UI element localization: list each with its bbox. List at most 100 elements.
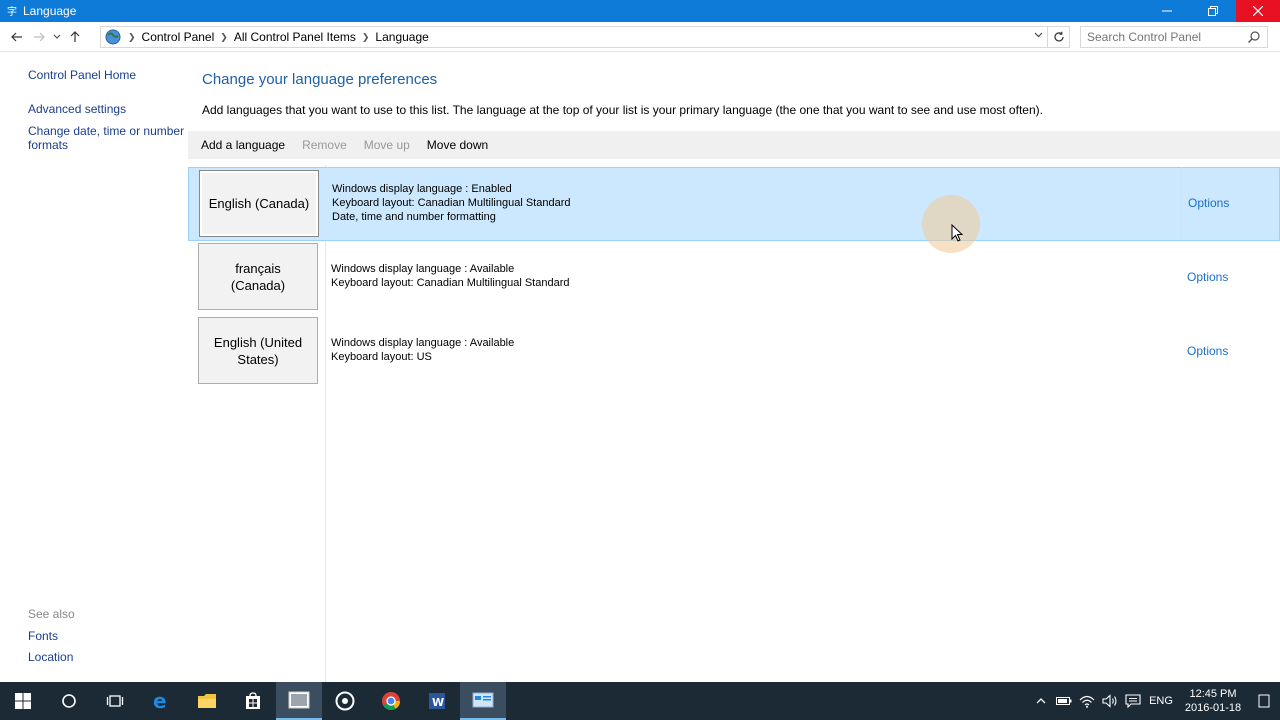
network-button[interactable] bbox=[1075, 682, 1098, 720]
svg-text:W: W bbox=[432, 696, 444, 709]
battery-button[interactable] bbox=[1052, 682, 1075, 720]
system-tray: ENG 12:45 PM 2016-01-18 bbox=[1029, 682, 1280, 720]
language-tile[interactable]: English (United States) bbox=[198, 317, 318, 384]
recent-locations-button[interactable] bbox=[50, 26, 64, 48]
chevron-up-icon bbox=[1036, 698, 1045, 704]
title-bar: 字 Language bbox=[0, 0, 1280, 22]
task-view-button[interactable] bbox=[92, 682, 138, 720]
language-list: English (Canada) Windows display languag… bbox=[188, 165, 1280, 682]
input-language-indicator[interactable]: ENG bbox=[1144, 682, 1178, 720]
breadcrumb-control-panel[interactable]: Control Panel bbox=[142, 30, 215, 44]
breadcrumb-all-items[interactable]: All Control Panel Items bbox=[234, 30, 356, 44]
window-title: Language bbox=[23, 4, 77, 18]
search-icon[interactable] bbox=[1247, 30, 1261, 44]
photos-icon bbox=[288, 691, 310, 709]
close-button[interactable] bbox=[1236, 0, 1280, 22]
action-center-button[interactable] bbox=[1248, 682, 1280, 720]
forward-arrow-icon bbox=[34, 32, 45, 41]
location-link[interactable]: Location bbox=[28, 650, 73, 664]
groove-icon bbox=[335, 691, 355, 711]
messages-button[interactable] bbox=[1121, 682, 1144, 720]
move-down-button[interactable]: Move down bbox=[427, 138, 488, 152]
minimize-icon bbox=[1162, 10, 1172, 12]
word-icon: W bbox=[429, 693, 445, 709]
add-language-button[interactable]: Add a language bbox=[201, 138, 285, 152]
control-panel-button[interactable] bbox=[460, 682, 506, 720]
address-bar: ❯ Control Panel ❯ All Control Panel Item… bbox=[0, 22, 1280, 52]
language-row-francais-canada[interactable]: français (Canada) Windows display langua… bbox=[188, 241, 1280, 315]
file-explorer-icon bbox=[198, 694, 216, 708]
notification-icon bbox=[1258, 694, 1270, 708]
row-divider bbox=[1181, 167, 1182, 239]
refresh-button[interactable] bbox=[1048, 26, 1070, 48]
groove-button[interactable] bbox=[322, 682, 368, 720]
clock[interactable]: 12:45 PM 2016-01-18 bbox=[1178, 687, 1248, 715]
main-content: Change your language preferences Add lan… bbox=[188, 53, 1280, 682]
search-input[interactable] bbox=[1087, 30, 1247, 44]
options-link[interactable]: Options bbox=[1188, 196, 1229, 210]
cortana-icon bbox=[62, 694, 76, 708]
word-button[interactable]: W bbox=[414, 682, 460, 720]
language-details: Windows display language : Available Key… bbox=[331, 262, 570, 290]
close-icon bbox=[1253, 6, 1263, 16]
language-tile[interactable]: français (Canada) bbox=[198, 243, 318, 310]
language-globe-icon bbox=[105, 29, 121, 45]
control-panel-home-link[interactable]: Control Panel Home bbox=[28, 68, 136, 82]
language-row-english-canada[interactable]: English (Canada) Windows display languag… bbox=[188, 167, 1280, 241]
store-button[interactable] bbox=[230, 682, 276, 720]
svg-text:e: e bbox=[153, 691, 167, 711]
change-date-time-link[interactable]: Change date, time or number formats bbox=[28, 124, 184, 152]
back-arrow-icon bbox=[11, 32, 22, 41]
language-row-english-us[interactable]: English (United States) Windows display … bbox=[188, 315, 1280, 389]
photos-button[interactable] bbox=[276, 682, 322, 720]
battery-icon bbox=[1055, 697, 1071, 705]
chevron-down-icon bbox=[1034, 32, 1043, 38]
breadcrumb[interactable]: ❯ Control Panel ❯ All Control Panel Item… bbox=[100, 26, 1048, 48]
minimize-button[interactable] bbox=[1144, 0, 1190, 22]
left-pane: Control Panel Home Advanced settings Cha… bbox=[0, 53, 188, 682]
fonts-link[interactable]: Fonts bbox=[28, 629, 58, 643]
start-button[interactable] bbox=[0, 682, 46, 720]
language-toolbar: Add a language Remove Move up Move down bbox=[188, 131, 1280, 159]
speaker-icon bbox=[1101, 694, 1117, 708]
language-tile[interactable]: English (Canada) bbox=[199, 170, 319, 237]
page-title: Change your language preferences bbox=[202, 71, 438, 88]
formatting-note: Date, time and number formatting bbox=[332, 211, 496, 223]
file-explorer-button[interactable] bbox=[184, 682, 230, 720]
language-details: Windows display language : Enabled Keybo… bbox=[332, 182, 571, 224]
page-description: Add languages that you want to use to th… bbox=[202, 103, 1043, 117]
restore-button[interactable] bbox=[1190, 0, 1236, 22]
language-app-icon[interactable]: 字 bbox=[4, 3, 20, 19]
chrome-button[interactable] bbox=[368, 682, 414, 720]
show-hidden-icons-button[interactable] bbox=[1029, 682, 1052, 720]
display-language-status: Windows display language : Available bbox=[331, 337, 515, 349]
see-also-heading: See also bbox=[28, 607, 75, 621]
back-button[interactable] bbox=[6, 26, 28, 48]
forward-button[interactable] bbox=[28, 26, 50, 48]
keyboard-layout: Keyboard layout: US bbox=[331, 351, 432, 363]
chevron-right-icon: ❯ bbox=[220, 31, 228, 42]
chevron-right-icon: ❯ bbox=[128, 31, 136, 42]
address-dropdown-button[interactable] bbox=[1034, 30, 1043, 41]
advanced-settings-link[interactable]: Advanced settings bbox=[28, 102, 126, 116]
remove-button[interactable]: Remove bbox=[302, 138, 347, 152]
change-date-time-line2: formats bbox=[28, 138, 69, 152]
edge-button[interactable]: e bbox=[138, 682, 184, 720]
breadcrumb-language[interactable]: Language bbox=[375, 30, 428, 44]
volume-button[interactable] bbox=[1098, 682, 1121, 720]
options-link[interactable]: Options bbox=[1187, 270, 1228, 284]
cortana-button[interactable] bbox=[46, 682, 92, 720]
chevron-down-icon bbox=[53, 34, 61, 39]
up-button[interactable] bbox=[64, 26, 86, 48]
display-language-status: Windows display language : Enabled bbox=[332, 183, 512, 195]
search-box[interactable] bbox=[1080, 26, 1268, 48]
clock-date: 2016-01-18 bbox=[1184, 702, 1242, 714]
task-view-icon bbox=[106, 695, 124, 707]
clock-time: 12:45 PM bbox=[1189, 688, 1237, 700]
control-panel-icon bbox=[472, 692, 494, 708]
display-language-status: Windows display language : Available bbox=[331, 263, 515, 275]
options-link[interactable]: Options bbox=[1187, 344, 1228, 358]
language-details: Windows display language : Available Key… bbox=[331, 336, 514, 364]
move-up-button[interactable]: Move up bbox=[364, 138, 410, 152]
store-icon bbox=[246, 692, 260, 709]
